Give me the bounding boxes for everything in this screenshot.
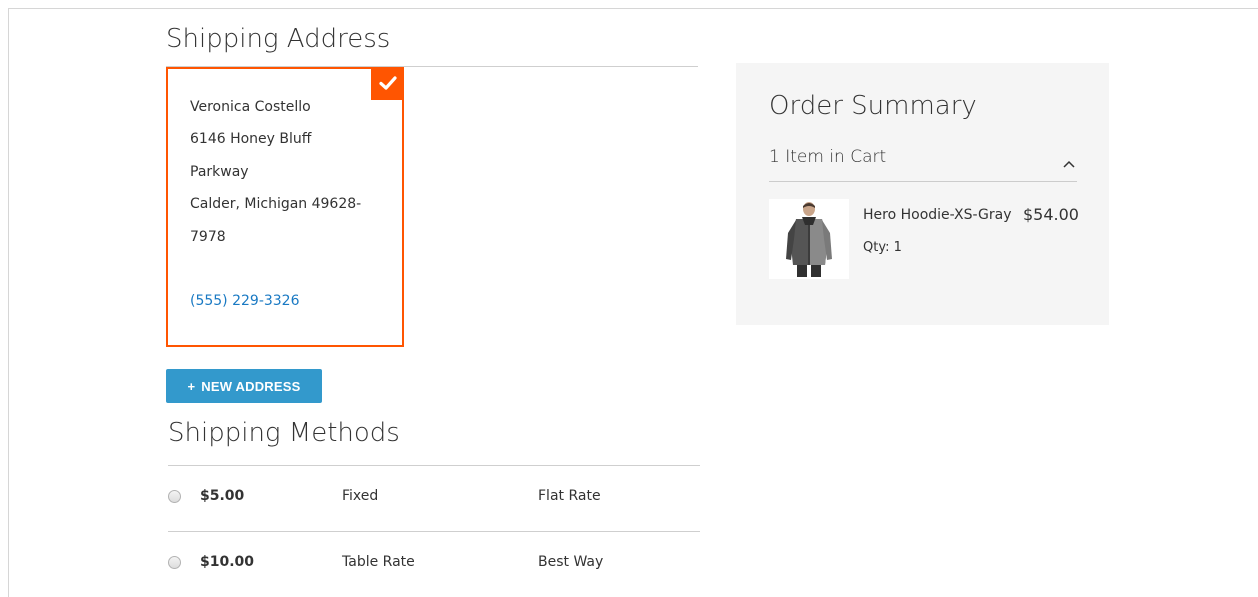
divider bbox=[168, 465, 700, 466]
check-icon bbox=[371, 67, 404, 100]
method-name: Table Rate bbox=[342, 554, 415, 570]
frame-border-top bbox=[8, 8, 1258, 9]
selected-address-card[interactable]: Veronica Costello 6146 Honey Bluff Parkw… bbox=[166, 67, 404, 347]
frame-border-left bbox=[8, 8, 9, 597]
product-name[interactable]: Hero Hoodie-XS-Gray bbox=[863, 207, 1012, 223]
product-quantity: Qty: 1 bbox=[863, 240, 902, 255]
address-name: Veronica Costello bbox=[190, 99, 311, 115]
shipping-method-row[interactable]: $10.00 Table Rate Best Way bbox=[168, 544, 700, 584]
divider bbox=[168, 531, 700, 532]
shipping-method-radio[interactable] bbox=[168, 556, 181, 569]
order-summary-panel: Order Summary 1 Item in Cart Hero Hoodie… bbox=[736, 63, 1109, 325]
method-name: Fixed bbox=[342, 488, 379, 504]
carrier-name: Flat Rate bbox=[538, 488, 601, 504]
chevron-up-icon bbox=[1063, 153, 1075, 172]
product-price: $54.00 bbox=[1023, 205, 1079, 224]
product-thumbnail[interactable] bbox=[769, 199, 849, 279]
cart-count: 1 Item in Cart bbox=[769, 147, 887, 167]
shipping-address-title: Shipping Address bbox=[166, 24, 391, 54]
cart-items-toggle[interactable]: 1 Item in Cart bbox=[769, 147, 1077, 182]
carrier-name: Best Way bbox=[538, 554, 604, 570]
shipping-methods-title: Shipping Methods bbox=[168, 418, 400, 448]
new-address-label: NEW ADDRESS bbox=[201, 378, 301, 394]
address-postcode-line: 7978 bbox=[190, 229, 226, 245]
new-address-button[interactable]: + NEW ADDRESS bbox=[166, 369, 322, 403]
address-city-line: Calder, Michigan 49628- bbox=[190, 196, 362, 212]
address-street-line: 6146 Honey Bluff bbox=[190, 131, 312, 147]
order-summary-title: Order Summary bbox=[769, 91, 977, 121]
shipping-method-radio[interactable] bbox=[168, 490, 181, 503]
plus-icon: + bbox=[187, 378, 196, 394]
method-price: $10.00 bbox=[200, 554, 255, 570]
address-street-line: Parkway bbox=[190, 164, 249, 180]
method-price: $5.00 bbox=[200, 488, 245, 504]
shipping-method-row[interactable]: $5.00 Fixed Flat Rate bbox=[168, 478, 700, 518]
address-phone-link[interactable]: (555) 229-3326 bbox=[190, 293, 300, 309]
